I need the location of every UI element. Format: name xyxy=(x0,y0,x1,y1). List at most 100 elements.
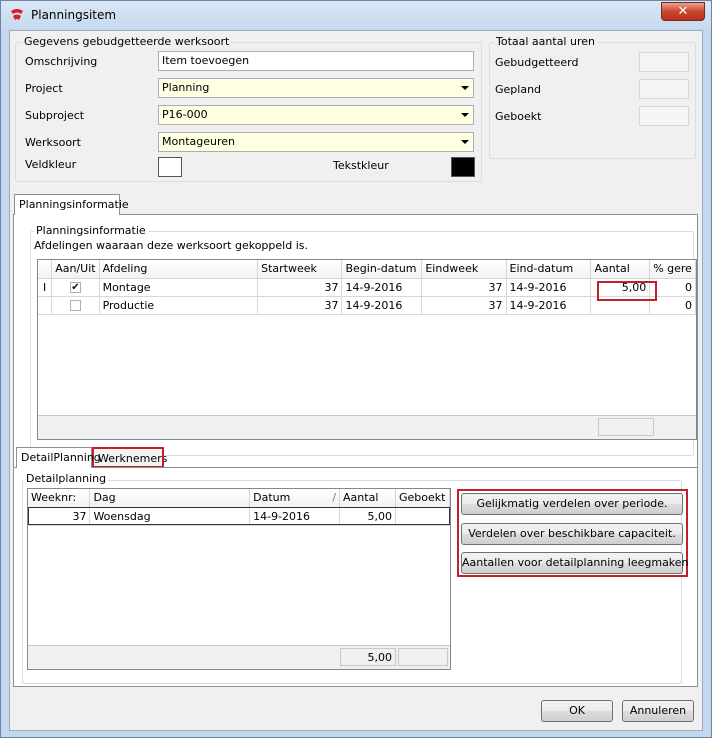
verdelen-capaciteit-button[interactable]: Verdelen over beschikbare capaciteit. xyxy=(461,523,683,545)
eind-datum-cell[interactable]: 14-9-2016 xyxy=(506,278,592,297)
table-row[interactable]: Productie 37 14-9-2016 37 14-9-2016 0 xyxy=(38,296,696,315)
aantal-cell[interactable] xyxy=(590,296,651,315)
department-grid-footer xyxy=(38,415,696,439)
detail-grid-footer: 5,00 xyxy=(28,645,450,669)
col-begin-datum[interactable]: Begin-datum xyxy=(341,260,423,279)
aantallen-leegmaken-button[interactable]: Aantallen voor detailplanning leegmaken xyxy=(461,552,689,574)
col-geboekt[interactable]: Geboekt xyxy=(395,489,450,508)
col-aantal-detail[interactable]: Aantal xyxy=(339,489,396,508)
aantal-cell[interactable]: 5,00 xyxy=(590,278,651,297)
col-percentage[interactable]: % gere xyxy=(649,260,696,279)
row-indicator: I xyxy=(38,278,53,297)
afdeling-cell[interactable]: Montage xyxy=(99,278,259,297)
percentage-cell[interactable]: 0 xyxy=(649,296,696,315)
aan-uit-checkbox[interactable] xyxy=(69,300,81,311)
close-icon: ✕ xyxy=(677,4,689,19)
veldkleur-label: Veldkleur xyxy=(25,158,77,171)
gebudgetteerd-label: Gebudgetteerd xyxy=(495,56,579,69)
row-indicator xyxy=(38,296,53,315)
eind-datum-cell[interactable]: 14-9-2016 xyxy=(506,296,592,315)
dialog-client-area: Gegevens gebudgetteerde werksoort Omschr… xyxy=(9,30,703,731)
subproject-select-value: P16-000 xyxy=(162,108,208,121)
col-dag[interactable]: Dag xyxy=(89,489,251,508)
ok-button[interactable]: OK xyxy=(541,700,613,722)
geboekt-value xyxy=(639,106,689,126)
app-logo-icon xyxy=(11,9,23,20)
department-grid: Aan/Uit Afdeling Startweek Begin-datum E… xyxy=(37,259,697,440)
startweek-cell[interactable]: 37 xyxy=(257,278,343,297)
col-datum[interactable]: Datum / xyxy=(249,489,341,508)
werksoort-label: Werksoort xyxy=(25,136,81,149)
chevron-down-icon xyxy=(461,113,469,117)
begin-datum-cell[interactable]: 14-9-2016 xyxy=(341,296,423,315)
omschrijving-label: Omschrijving xyxy=(25,55,98,68)
tab-detailplanning[interactable]: DetailPlanning xyxy=(16,447,101,468)
col-startweek[interactable]: Startweek xyxy=(257,260,343,279)
project-select[interactable]: Planning xyxy=(158,78,474,98)
tab-detailplanning-label: DetailPlanning xyxy=(21,451,101,464)
col-eind-datum[interactable]: Eind-datum xyxy=(506,260,592,279)
annuleren-button[interactable]: Annuleren xyxy=(622,700,694,722)
chevron-down-icon xyxy=(461,140,469,144)
project-select-value: Planning xyxy=(162,81,210,94)
dialog-window: Planningsitem ✕ Gegevens gebudgetteerde … xyxy=(0,0,712,738)
planningsinformatie-panel: Planningsinformatie Afdelingen waaraan d… xyxy=(13,214,698,687)
col-weeknr[interactable]: Weeknr: xyxy=(28,489,91,508)
sort-icon: / xyxy=(332,491,337,505)
percentage-cell[interactable]: 0 xyxy=(649,278,696,297)
subproject-select[interactable]: P16-000 xyxy=(158,105,474,125)
detail-table: Weeknr: Dag Datum / Aantal Geboekt 37 Wo… xyxy=(28,489,450,526)
planning-group-title: Planningsinformatie xyxy=(34,224,148,237)
col-afdeling[interactable]: Afdeling xyxy=(99,260,259,279)
gelijkmatig-verdelen-button[interactable]: Gelijkmatig verdelen over periode. xyxy=(461,493,683,515)
detail-grid: Weeknr: Dag Datum / Aantal Geboekt 37 Wo… xyxy=(27,488,451,670)
tekstkleur-swatch[interactable] xyxy=(451,157,475,177)
department-header-row: Aan/Uit Afdeling Startweek Begin-datum E… xyxy=(38,260,696,279)
gebudgetteerd-value xyxy=(639,52,689,72)
totals-group-title: Totaal aantal uren xyxy=(494,35,597,48)
table-row[interactable]: I ✔ Montage 37 14-9-2016 37 14-9-2016 5,… xyxy=(38,278,696,297)
title-bar: Planningsitem ✕ xyxy=(1,1,711,29)
omschrijving-input[interactable]: Item toevoegen xyxy=(158,51,474,71)
startweek-cell[interactable]: 37 xyxy=(257,296,343,315)
col-aantal[interactable]: Aantal xyxy=(590,260,651,279)
tab-planningsinformatie-label: Planningsinformatie xyxy=(19,198,129,211)
dag-cell[interactable]: Woensdag xyxy=(89,507,251,526)
detailplanning-panel: Detailplanning Weeknr: Dag Datum / Aanta… xyxy=(14,467,697,686)
department-footer-total xyxy=(598,418,654,436)
project-label: Project xyxy=(25,82,63,95)
gepland-label: Gepland xyxy=(495,83,542,96)
window-title: Planningsitem xyxy=(31,8,117,22)
begin-datum-cell[interactable]: 14-9-2016 xyxy=(341,278,423,297)
eindweek-cell[interactable]: 37 xyxy=(421,278,507,297)
tab-werknemers[interactable]: Werknemers xyxy=(93,448,167,468)
eindweek-cell[interactable]: 37 xyxy=(421,296,507,315)
geboekt-cell[interactable] xyxy=(395,507,450,526)
geboekt-label: Geboekt xyxy=(495,110,542,123)
table-row[interactable]: 37 Woensdag 14-9-2016 5,00 xyxy=(28,507,450,526)
col-aan-uit[interactable]: Aan/Uit xyxy=(51,260,100,279)
detail-footer-geboekt xyxy=(398,648,448,666)
afdeling-cell[interactable]: Productie xyxy=(99,296,259,315)
tab-werknemers-label: Werknemers xyxy=(98,452,168,465)
col-datum-label: Datum xyxy=(253,491,291,505)
tekstkleur-label: Tekstkleur xyxy=(333,159,389,172)
col-eindweek[interactable]: Eindweek xyxy=(421,260,507,279)
datum-cell[interactable]: 14-9-2016 xyxy=(249,507,341,526)
row-indicator-header xyxy=(38,260,53,279)
tab-planningsinformatie[interactable]: Planningsinformatie xyxy=(14,194,129,215)
gepland-value xyxy=(639,79,689,99)
planning-description: Afdelingen waaraan deze werksoort gekopp… xyxy=(34,239,308,252)
department-table: Aan/Uit Afdeling Startweek Begin-datum E… xyxy=(38,260,696,315)
detail-footer-total: 5,00 xyxy=(340,648,396,666)
subproject-label: Subproject xyxy=(25,109,85,122)
werksoort-select[interactable]: Montageuren xyxy=(158,132,474,152)
close-button[interactable]: ✕ xyxy=(661,2,705,21)
veldkleur-swatch[interactable] xyxy=(158,157,182,177)
aan-uit-checkbox[interactable]: ✔ xyxy=(69,282,81,293)
aantal-detail-cell[interactable]: 5,00 xyxy=(339,507,396,526)
weeknr-cell[interactable]: 37 xyxy=(28,507,91,526)
werksoort-select-value: Montageuren xyxy=(162,135,235,148)
budget-group-title: Gegevens gebudgetteerde werksoort xyxy=(22,35,232,48)
detail-header-row: Weeknr: Dag Datum / Aantal Geboekt xyxy=(28,489,450,508)
